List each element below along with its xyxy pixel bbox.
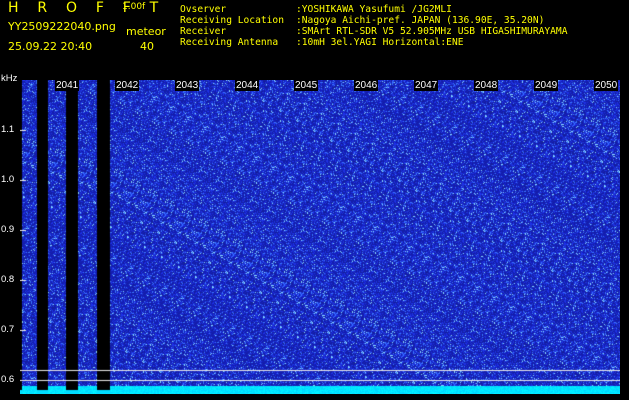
station-info: Ovserver :YOSHIKAWA Yasufumi /JG2MLI Rece… bbox=[180, 4, 567, 48]
filename-label: YY2509222040.png bbox=[8, 20, 116, 33]
y-axis-unit: kHz bbox=[1, 73, 18, 84]
time-tick-label: 2048 bbox=[474, 80, 499, 91]
datetime-label: 25.09.22 20:40 bbox=[8, 40, 93, 53]
time-tick-label: 2050 bbox=[594, 80, 619, 91]
info-value: :10mH 3el.YAGI Horizontal:ENE bbox=[296, 37, 464, 48]
info-key: Receiving Antenna bbox=[180, 37, 279, 48]
spectrogram-canvas bbox=[20, 80, 620, 394]
info-value: :YOSHIKAWA Yasufumi /JG2MLI bbox=[296, 4, 452, 15]
spectrogram-plot bbox=[20, 80, 620, 394]
y-tick-label: 0.6 bbox=[1, 374, 15, 385]
info-row-location: Receiving Location :Nagoya Aichi-pref. JA… bbox=[180, 15, 567, 26]
time-tick-label: 2044 bbox=[235, 80, 260, 91]
time-tick-label: 2042 bbox=[115, 80, 140, 91]
y-tick-label: 1.1 bbox=[1, 124, 15, 135]
info-row-antenna: Receiving Antenna :10mH 3el.YAGI Horizont… bbox=[180, 37, 567, 48]
version-label: 1.00f bbox=[122, 2, 146, 12]
info-key: Ovserver bbox=[180, 4, 227, 15]
time-tick-label: 2046 bbox=[354, 80, 379, 91]
time-tick-label: 2049 bbox=[534, 80, 559, 91]
info-row-observer: Ovserver :YOSHIKAWA Yasufumi /JG2MLI bbox=[180, 4, 567, 15]
meteor-label: meteor bbox=[126, 25, 166, 38]
info-value: :Nagoya Aichi-pref. JAPAN (136.90E, 35.2… bbox=[296, 15, 545, 26]
meteor-count: 40 bbox=[140, 40, 154, 53]
info-key: Receiver bbox=[180, 26, 227, 37]
time-tick-label: 2043 bbox=[175, 80, 200, 91]
y-tick-label: 0.8 bbox=[1, 274, 15, 285]
info-key: Receiving Location bbox=[180, 15, 284, 26]
info-row-receiver: Receiver :SMArt RTL-SDR V5 52.905MHz USB … bbox=[180, 26, 567, 37]
y-tick-label: 0.7 bbox=[1, 324, 15, 335]
time-tick-label: 2047 bbox=[414, 80, 439, 91]
info-value: :SMArt RTL-SDR V5 52.905MHz USB HIGASHIM… bbox=[296, 26, 568, 37]
time-tick-label: 2045 bbox=[294, 80, 319, 91]
y-tick-label: 1.0 bbox=[1, 174, 15, 185]
y-tick-label: 0.9 bbox=[1, 224, 15, 235]
time-tick-label: 2041 bbox=[55, 80, 80, 91]
